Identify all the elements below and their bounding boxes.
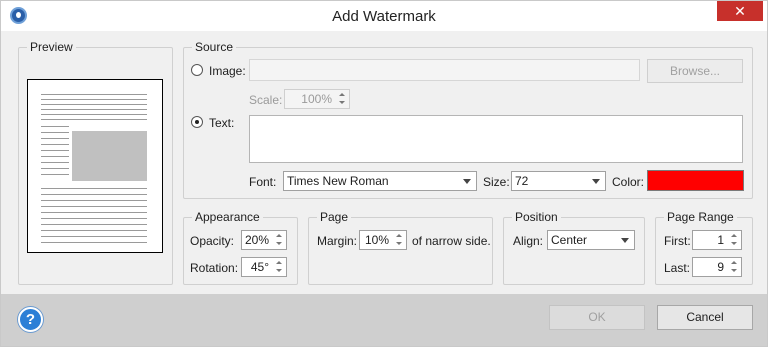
chevron-down-icon [463, 179, 471, 184]
text-radio[interactable] [191, 116, 203, 128]
font-value: Times New Roman [287, 174, 389, 188]
align-value: Center [551, 233, 588, 247]
preview-text-line [41, 224, 147, 225]
preview-text-line [41, 99, 147, 100]
preview-text-line [41, 162, 69, 163]
preview-text-line [41, 94, 147, 95]
chevron-down-icon [592, 179, 600, 184]
last-page-spinbox[interactable]: 9 [692, 257, 742, 277]
margin-value: 10% [364, 233, 389, 247]
font-label: Font: [249, 175, 277, 189]
color-picker-swatch[interactable] [647, 170, 744, 191]
size-label: Size: [483, 175, 510, 189]
preview-text-line [41, 212, 147, 213]
last-label: Last: [664, 261, 691, 275]
page-range-group-label: Page Range [664, 210, 737, 224]
image-radio[interactable] [191, 64, 203, 76]
preview-text-line [41, 138, 69, 139]
preview-text-line [41, 156, 69, 157]
opacity-stepper-icon[interactable] [273, 232, 285, 248]
color-label: Color: [612, 175, 645, 189]
preview-group-label: Preview [27, 40, 76, 54]
source-group-label: Source [192, 40, 237, 54]
margin-suffix-label: of narrow side. [412, 234, 491, 248]
cancel-button[interactable]: Cancel [657, 305, 753, 330]
opacity-spinbox[interactable]: 20% [241, 230, 287, 250]
preview-text-line [41, 174, 69, 175]
preview-text-line [41, 104, 147, 105]
align-combobox[interactable]: Center [547, 230, 635, 250]
preview-text-line [41, 150, 69, 151]
preview-text-line [41, 230, 147, 231]
scale-label: Scale: [249, 93, 283, 107]
first-page-spinbox[interactable]: 1 [692, 230, 742, 250]
dialog-footer [1, 294, 767, 346]
preview-text-line [41, 200, 147, 201]
opacity-value: 20% [244, 233, 269, 247]
preview-text-line [41, 206, 147, 207]
rotation-value: 45° [250, 260, 269, 274]
preview-text-line [41, 218, 147, 219]
image-path-field[interactable] [249, 59, 640, 81]
preview-text-line [41, 126, 69, 127]
preview-text-line [41, 188, 147, 189]
ok-button[interactable]: OK [549, 305, 645, 330]
size-value: 72 [515, 174, 529, 188]
margin-label: Margin: [317, 234, 358, 248]
appearance-group-label: Appearance [192, 210, 263, 224]
help-icon[interactable]: ? [18, 307, 43, 332]
preview-text-line [41, 132, 69, 133]
preview-page [27, 79, 163, 253]
browse-button[interactable]: Browse... [647, 59, 743, 83]
text-label: Text: [209, 116, 235, 130]
rotation-stepper-icon[interactable] [273, 259, 285, 275]
preview-watermark-placeholder [72, 131, 147, 181]
preview-text-line [41, 194, 147, 195]
first-page-stepper-icon[interactable] [728, 232, 740, 248]
preview-text-line [41, 242, 147, 243]
scale-value: 100% [301, 92, 332, 106]
close-button[interactable]: ✕ [717, 1, 763, 21]
margin-stepper-icon[interactable] [393, 232, 405, 248]
align-label: Align: [513, 234, 544, 248]
last-page-value: 9 [717, 260, 724, 274]
title-bar: Add Watermark ✕ [1, 1, 767, 31]
chevron-down-icon [621, 238, 629, 243]
rotation-label: Rotation: [190, 261, 239, 275]
margin-spinbox[interactable]: 10% [359, 230, 407, 250]
preview-text-line [41, 114, 147, 115]
preview-text-line [41, 119, 147, 120]
dialog-title: Add Watermark [332, 8, 436, 25]
scale-stepper-icon[interactable] [336, 91, 348, 107]
preview-text-line [41, 109, 147, 110]
rotation-spinbox[interactable]: 45° [241, 257, 287, 277]
image-label: Image: [209, 64, 246, 78]
preview-text-line [41, 236, 147, 237]
last-page-stepper-icon[interactable] [728, 259, 740, 275]
position-group-label: Position [512, 210, 561, 224]
position-group: Position [503, 210, 645, 285]
opacity-label: Opacity: [190, 234, 235, 248]
preview-text-line [41, 144, 69, 145]
font-combobox[interactable]: Times New Roman [283, 171, 477, 191]
size-combobox[interactable]: 72 [511, 171, 606, 191]
preview-text-line [41, 168, 69, 169]
page-group: Page [308, 210, 493, 285]
first-page-value: 1 [717, 233, 724, 247]
add-watermark-dialog: Add Watermark ✕ Preview Source Image: Br… [0, 0, 768, 347]
scale-spinbox[interactable]: 100% [284, 89, 350, 109]
watermark-text-field[interactable] [249, 115, 743, 163]
first-label: First: [664, 234, 691, 248]
page-group-label: Page [317, 210, 352, 224]
